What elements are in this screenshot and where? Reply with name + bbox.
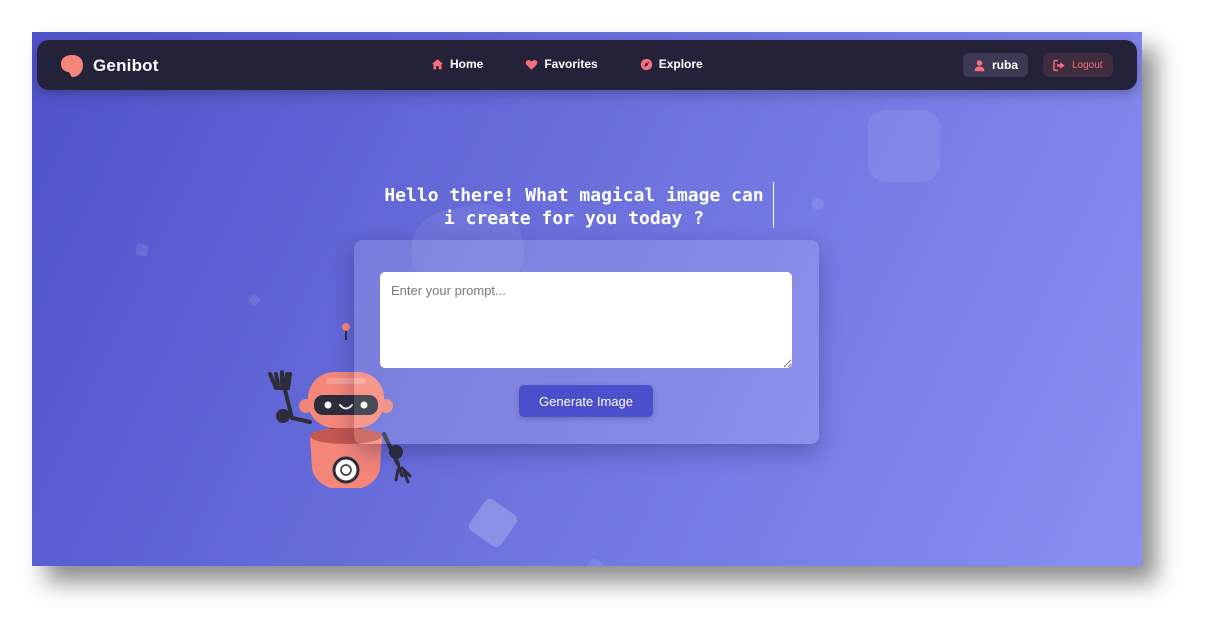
app-window: Genibot Home Favorites Explore ruba Logo…	[32, 32, 1142, 566]
nav-item-favorites[interactable]: Favorites	[525, 57, 598, 71]
prompt-card: Generate Image	[354, 240, 819, 444]
generate-image-button[interactable]: Generate Image	[519, 385, 653, 417]
navbar: Genibot Home Favorites Explore ruba Logo…	[37, 40, 1137, 90]
logout-label: Logout	[1072, 59, 1103, 71]
nav-item-label: Explore	[658, 57, 703, 71]
heart-icon	[526, 59, 538, 70]
decorative-diamond	[248, 294, 261, 307]
nav-item-label: Favorites	[544, 57, 598, 71]
headline-line-2: i create for you today ?	[443, 208, 705, 229]
prompt-input[interactable]	[380, 272, 792, 368]
user-icon	[974, 59, 985, 71]
nav-item-home[interactable]: Home	[431, 57, 483, 71]
brand-name: Genibot	[93, 56, 159, 75]
user-chip[interactable]: ruba	[963, 53, 1029, 77]
compass-icon	[640, 58, 652, 70]
nav-item-explore[interactable]: Explore	[640, 57, 703, 71]
typing-caret	[773, 182, 774, 228]
nav-item-label: Home	[450, 57, 484, 71]
decorative-dot	[812, 198, 824, 210]
nav-links: Home Favorites Explore	[431, 57, 703, 71]
bubble-logo-icon	[61, 55, 83, 77]
username: ruba	[992, 58, 1019, 72]
headline-line-1: Hello there! What magical image can	[384, 185, 764, 206]
logout-icon	[1053, 59, 1065, 71]
decorative-square	[586, 558, 604, 566]
home-icon	[431, 58, 444, 69]
decorative-diamond	[466, 496, 520, 550]
decorative-square	[868, 110, 940, 182]
brand[interactable]: Genibot	[59, 53, 159, 79]
hero-headline: Hello there! What magical image can i cr…	[372, 184, 776, 230]
decorative-square	[135, 243, 149, 257]
logout-button[interactable]: Logout	[1043, 53, 1113, 77]
